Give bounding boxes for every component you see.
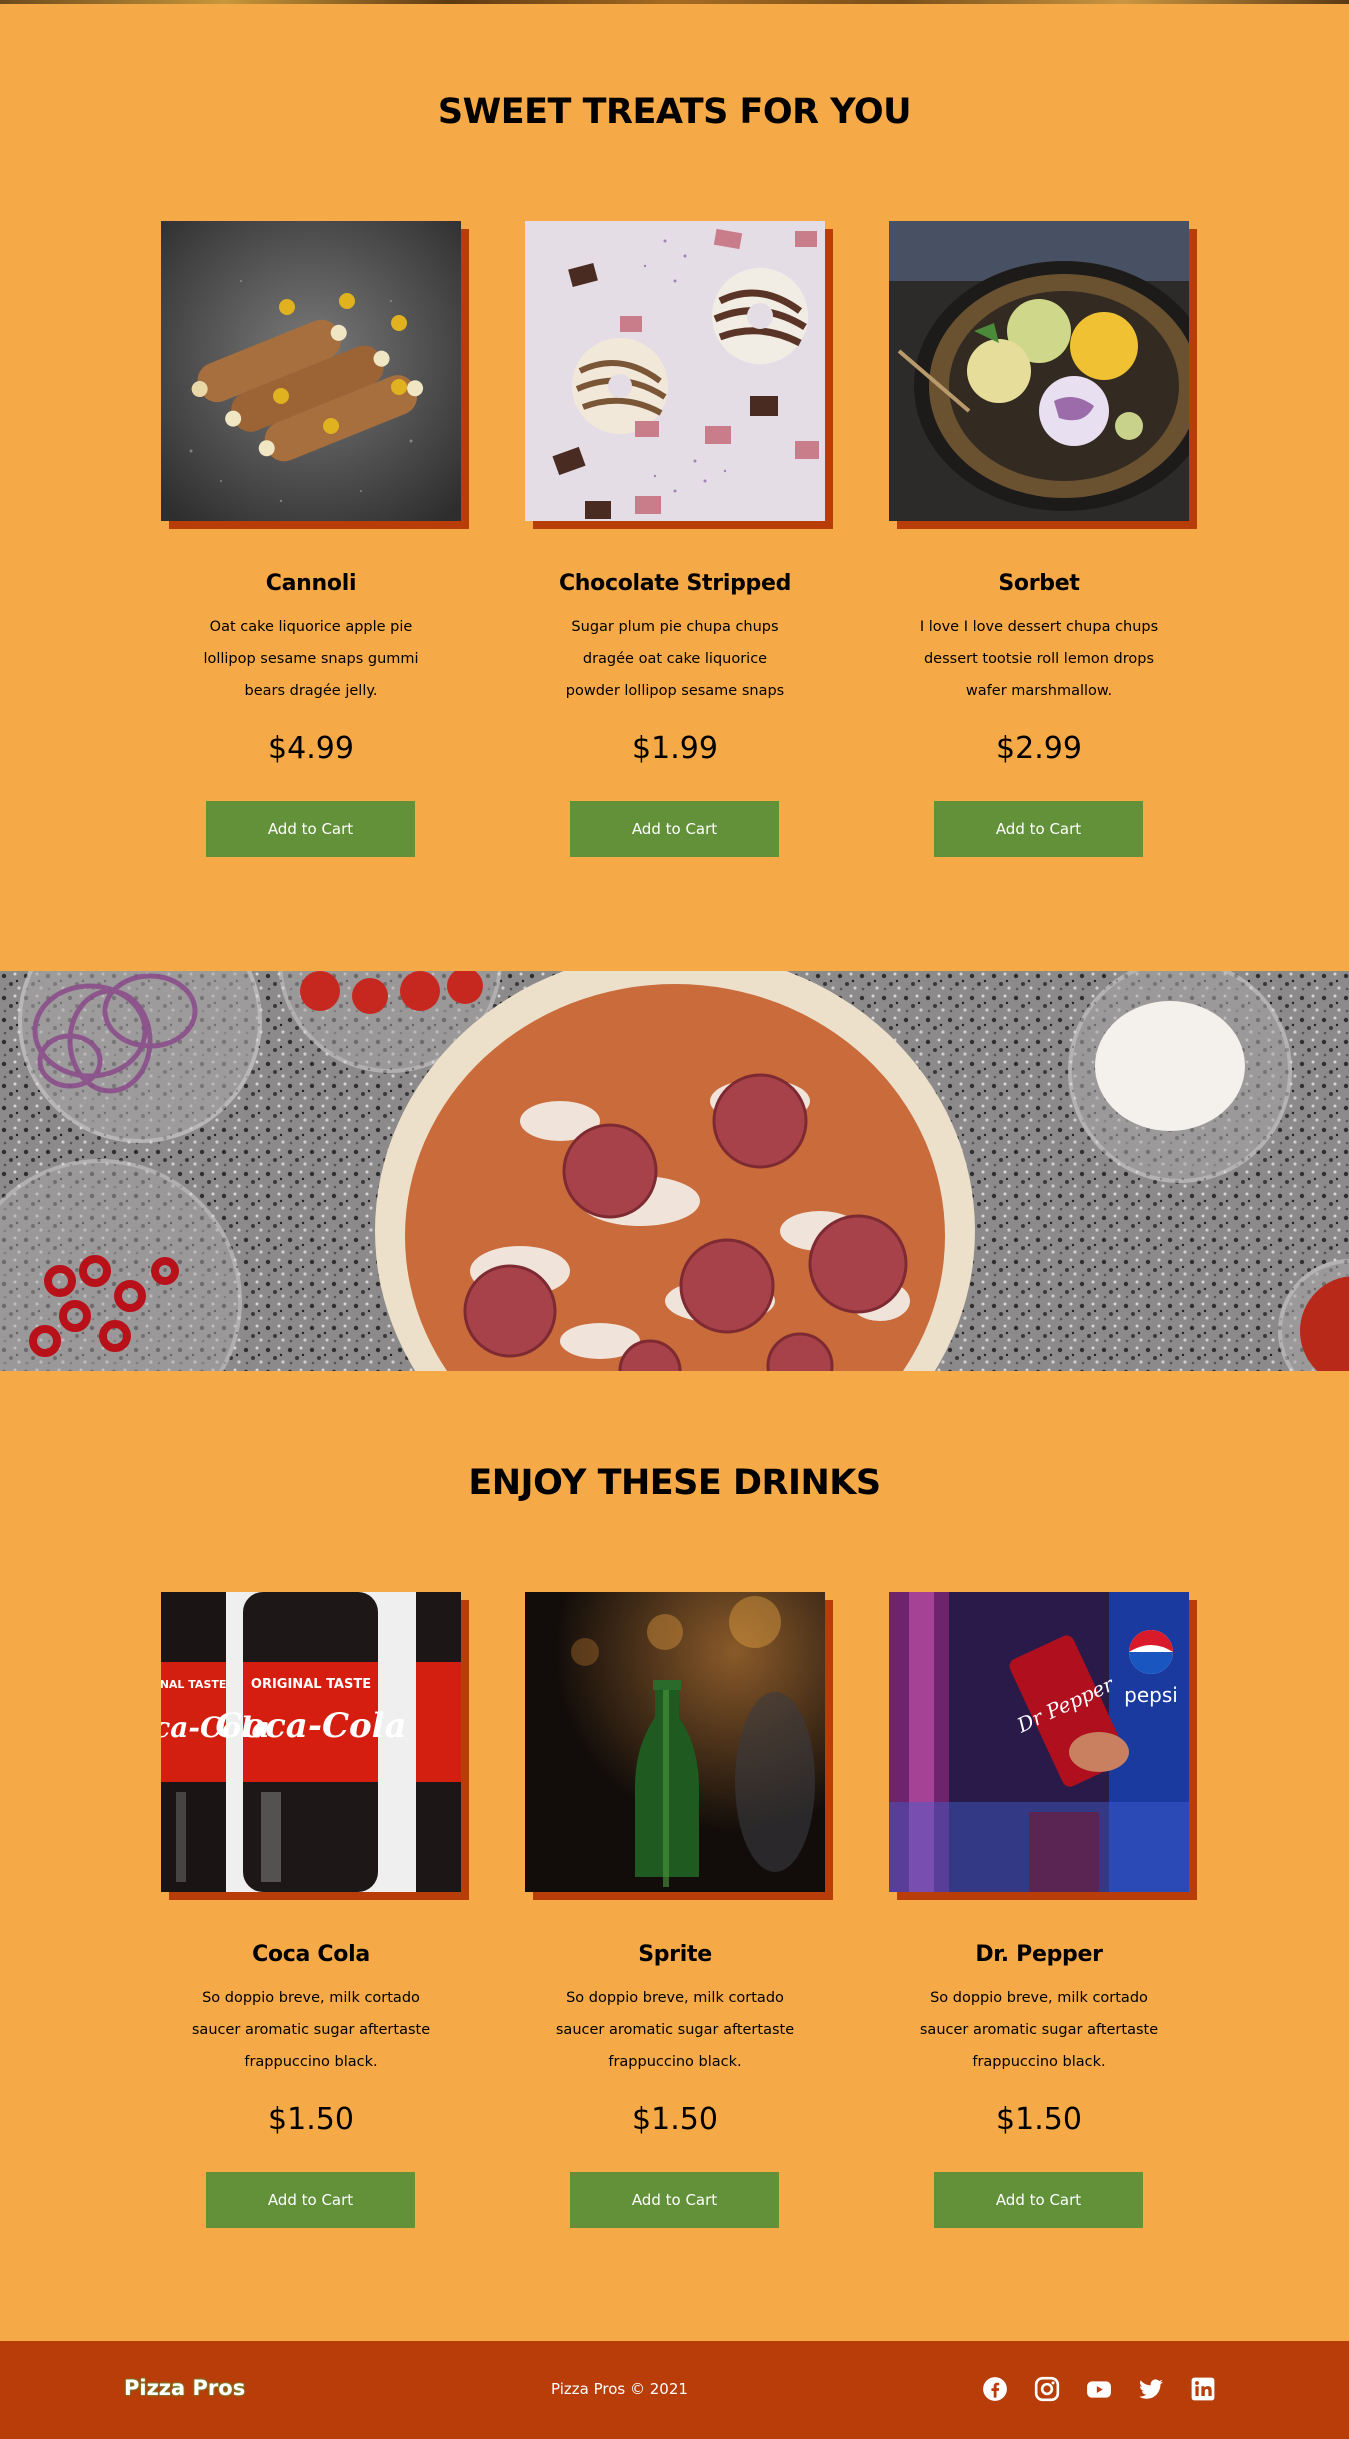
pepsi-can-text: pepsi bbox=[1124, 1683, 1178, 1707]
product-price: $4.99 bbox=[268, 731, 354, 766]
product-description: So doppio breve, milk cortado saucer aro… bbox=[191, 1990, 431, 2070]
sprite-photo bbox=[525, 1592, 825, 1892]
copyright-text: Pizza Pros © 2021 bbox=[551, 2380, 688, 2398]
dr-pepper-photo: pepsi Dr Pepper bbox=[889, 1592, 1189, 1892]
desserts-title: SWEET TREATS FOR YOU bbox=[437, 92, 912, 132]
product-price: $1.99 bbox=[632, 731, 718, 766]
product-name: Sprite bbox=[638, 1942, 712, 1967]
footer-brand-logo[interactable]: Pizza Pros bbox=[124, 2376, 245, 2400]
product-description: Oat cake liquorice apple pie lollipop se… bbox=[203, 619, 419, 699]
product-card-dr-pepper: pepsi Dr Pepper Dr. Pepper So doppio bre… bbox=[889, 1592, 1197, 2232]
add-to-cart-button[interactable]: Add to Cart bbox=[206, 801, 415, 857]
sorbet-photo bbox=[889, 221, 1189, 521]
product-card-sorbet: Sorbet I love I love dessert chupa chups… bbox=[889, 221, 1197, 861]
product-description: So doppio breve, milk cortado saucer aro… bbox=[919, 1990, 1159, 2070]
product-price: $1.50 bbox=[268, 2102, 354, 2137]
product-price: $1.50 bbox=[996, 2102, 1082, 2137]
add-to-cart-button[interactable]: Add to Cart bbox=[934, 2172, 1143, 2228]
instagram-icon[interactable] bbox=[1034, 2376, 1060, 2402]
product-price: $1.50 bbox=[632, 2102, 718, 2137]
social-links bbox=[982, 2376, 1216, 2402]
pizza-banner-image bbox=[0, 971, 1349, 1371]
add-to-cart-button[interactable]: Add to Cart bbox=[934, 801, 1143, 857]
add-to-cart-button[interactable]: Add to Cart bbox=[570, 2172, 779, 2228]
product-name: Coca Cola bbox=[252, 1942, 370, 1967]
product-description: I love I love dessert chupa chups desser… bbox=[919, 619, 1159, 699]
add-to-cart-button[interactable]: Add to Cart bbox=[570, 801, 779, 857]
product-name: Chocolate Stripped bbox=[558, 571, 792, 596]
product-card-sprite: Sprite So doppio breve, milk cortado sau… bbox=[525, 1592, 833, 2232]
drinks-section: ENJOY THESE DRINKS ORIGINAL TASTE Coca-C… bbox=[0, 1371, 1349, 2341]
product-name: Sorbet bbox=[998, 571, 1080, 596]
product-name: Dr. Pepper bbox=[975, 1942, 1103, 1967]
left-bottle-brand-text: Coca-Cola bbox=[161, 1711, 270, 1744]
product-description: So doppio breve, milk cortado saucer aro… bbox=[555, 1990, 795, 2070]
footer: Pizza Pros Pizza Pros © 2021 bbox=[0, 2341, 1349, 2439]
drinks-title: ENJOY THESE DRINKS bbox=[468, 1463, 881, 1503]
desserts-section: SWEET TREATS FOR YOU Cannoli Oat cake li… bbox=[0, 0, 1349, 971]
left-bottle-label-text: INAL TASTE bbox=[161, 1678, 226, 1691]
youtube-icon[interactable] bbox=[1086, 2376, 1112, 2402]
add-to-cart-button[interactable]: Add to Cart bbox=[206, 2172, 415, 2228]
twitter-icon[interactable] bbox=[1138, 2376, 1164, 2402]
product-card-chocolate-stripped: Chocolate Stripped Sugar plum pie chupa … bbox=[525, 221, 833, 861]
coca-cola-photo: ORIGINAL TASTE Coca-Cola INAL TASTE Coca… bbox=[161, 1592, 461, 1892]
product-price: $2.99 bbox=[996, 731, 1082, 766]
product-description: Sugar plum pie chupa chups dragée oat ca… bbox=[565, 619, 785, 699]
linkedin-icon[interactable] bbox=[1190, 2376, 1216, 2402]
cannoli-photo bbox=[161, 221, 461, 521]
product-card-coca-cola: ORIGINAL TASTE Coca-Cola INAL TASTE Coca… bbox=[161, 1592, 469, 2232]
product-name: Cannoli bbox=[265, 571, 357, 596]
product-card-cannoli: Cannoli Oat cake liquorice apple pie lol… bbox=[161, 221, 469, 861]
donuts-photo bbox=[525, 221, 825, 521]
facebook-icon[interactable] bbox=[982, 2376, 1008, 2402]
bottle-label-text: ORIGINAL TASTE bbox=[251, 1677, 371, 1692]
